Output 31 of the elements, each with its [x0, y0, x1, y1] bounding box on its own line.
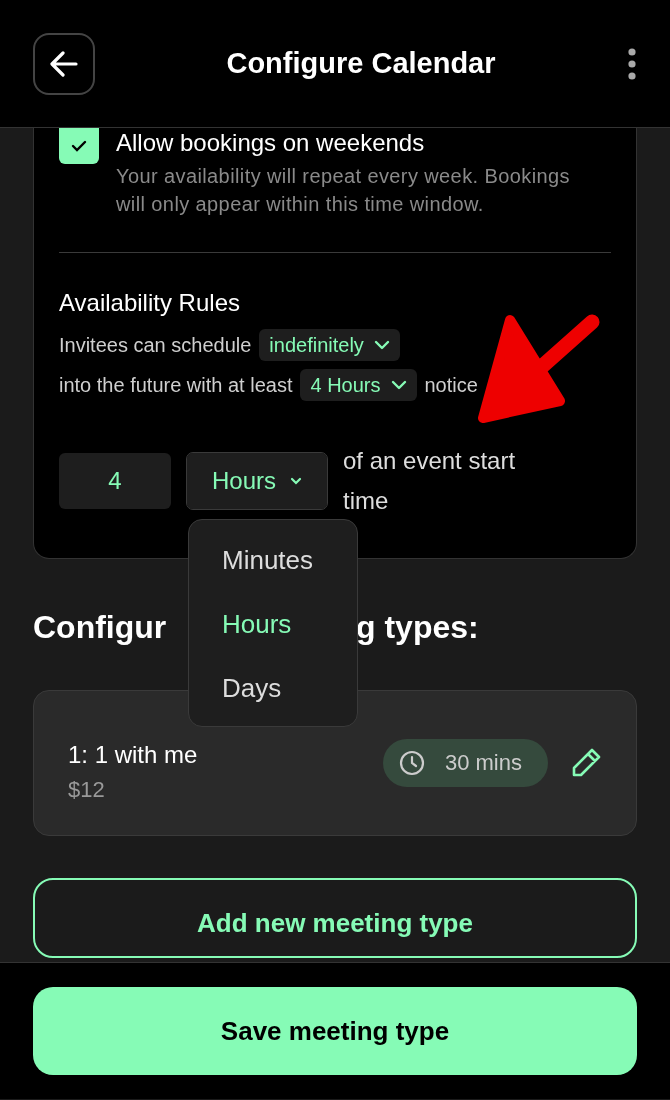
save-button[interactable]: Save meeting type [33, 987, 637, 1075]
section-heading: Configur [33, 609, 168, 646]
description-text: Your availability will repeat every week. Bookings will only appear within this time window. [116, 164, 571, 217]
add-meeting-type-button[interactable]: Add new meeting type [33, 878, 637, 958]
caret-icon [290, 477, 302, 485]
section-title: Availability Rules [59, 289, 241, 317]
number-field[interactable]: 4 [59, 453, 171, 509]
chevron-down-icon [373, 340, 390, 350]
rule-text: Invitees can schedule [59, 333, 252, 357]
meeting-name: 1: 1 with me [68, 741, 199, 769]
chevron-down-icon [390, 380, 407, 390]
unit-dropdown[interactable]: Hours [187, 453, 327, 509]
meeting-price: $12 [68, 777, 106, 803]
dropdown[interactable]: 4 Hours [300, 369, 417, 401]
menu-option[interactable]: Minutes [189, 534, 357, 598]
checkbox-label: Allow bookings on weekends [116, 129, 425, 156]
checkbox[interactable] [59, 128, 99, 164]
clock-icon [398, 750, 425, 776]
edit-icon[interactable] [570, 747, 602, 779]
rule-text: into the future with at least [59, 373, 293, 397]
rule-text: of an event start time [343, 446, 517, 516]
screen-title: Configure Calendar [225, 47, 497, 80]
rule-text: notice [424, 373, 478, 397]
back-icon [50, 50, 78, 77]
dropdown[interactable]: indefinitely [259, 329, 400, 361]
section-heading: g types: [356, 609, 479, 646]
menu-option[interactable]: Hours [189, 598, 357, 662]
duration-badge: 30 mins [382, 739, 548, 787]
check-icon [71, 140, 87, 152]
back-button[interactable] [33, 32, 95, 95]
more-options-icon[interactable] [627, 47, 637, 80]
